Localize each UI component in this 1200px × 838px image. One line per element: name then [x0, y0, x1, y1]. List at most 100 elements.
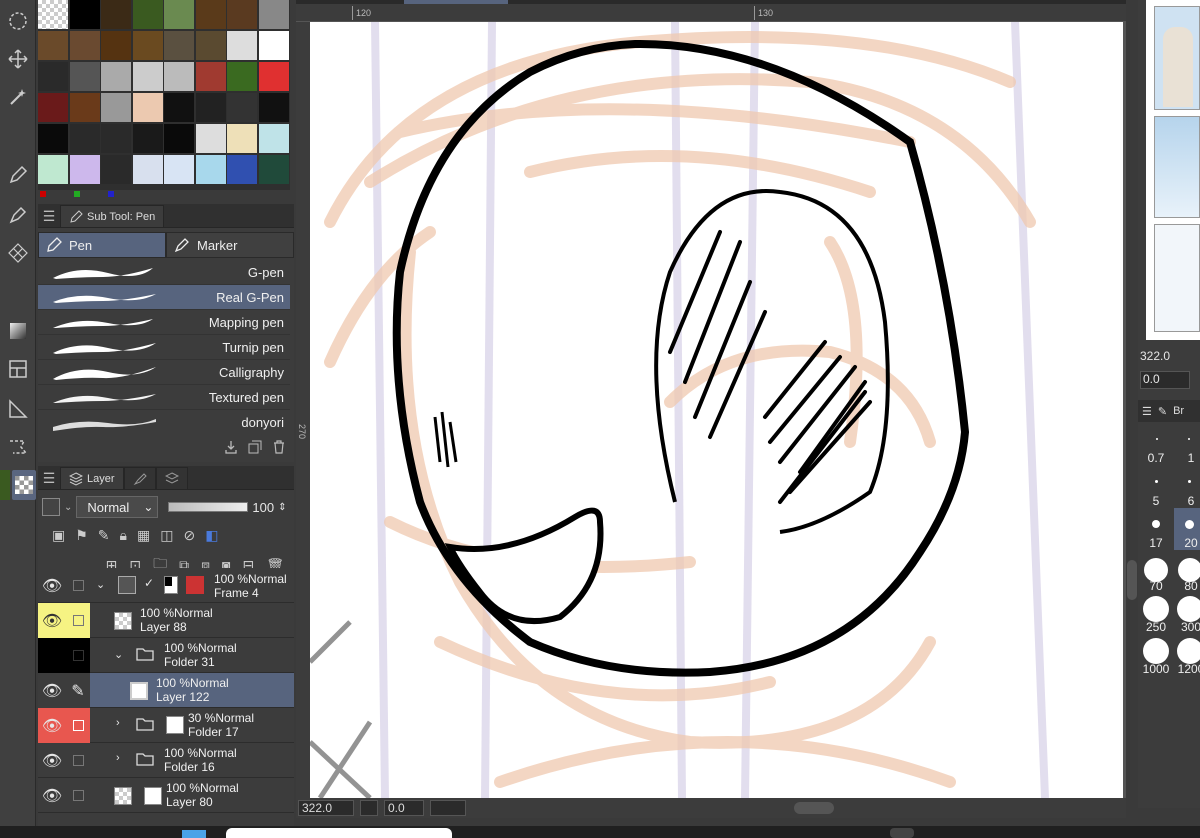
panel-menu-icon[interactable]: ☰	[38, 205, 60, 227]
opacity-value[interactable]: 100	[252, 500, 274, 515]
palette-swatch[interactable]	[195, 93, 226, 122]
app-icon[interactable]	[890, 828, 914, 838]
stepper-icon[interactable]: ⇕	[278, 502, 286, 513]
eye-icon[interactable]: 👁︎	[38, 673, 66, 708]
palette-swatch[interactable]	[38, 0, 68, 29]
eye-icon[interactable]: 👁︎	[38, 743, 66, 778]
lock-icon[interactable]: 🔒︎	[120, 527, 127, 544]
palette-swatch[interactable]	[132, 124, 163, 153]
brush-item-textured-pen[interactable]: Textured pen	[38, 385, 290, 410]
duplicate-icon[interactable]	[248, 440, 262, 454]
palette-swatch[interactable]	[164, 62, 194, 91]
navigator-zoom-value[interactable]: 322.0	[1138, 346, 1200, 366]
panel-menu-icon[interactable]: ☰	[38, 467, 60, 489]
palette-swatch[interactable]	[195, 124, 226, 153]
palette-swatch[interactable]	[195, 31, 226, 60]
balloon-tool-icon[interactable]	[3, 432, 33, 462]
brush-size-label[interactable]: 17	[1141, 536, 1171, 550]
palette-swatch[interactable]	[101, 93, 131, 122]
brush-size-tab-label[interactable]: Br	[1173, 405, 1184, 417]
navigator-preview[interactable]	[1146, 0, 1200, 340]
palette-swatch[interactable]	[132, 0, 163, 29]
zoom-stepper[interactable]	[360, 800, 378, 816]
palette-swatch[interactable]	[258, 62, 289, 91]
angle-field[interactable]: 0.0	[384, 800, 424, 816]
palette-swatch[interactable]	[258, 124, 289, 153]
scroll-thumb[interactable]	[1127, 560, 1137, 600]
vertical-scrollbar[interactable]	[1126, 0, 1138, 808]
zoom-field[interactable]: 322.0	[298, 800, 354, 816]
brush-size-label[interactable]: 0.7	[1141, 451, 1171, 465]
palette-swatch[interactable]	[38, 31, 68, 60]
palette-swatch[interactable]	[69, 31, 100, 60]
palette-swatch[interactable]	[69, 62, 100, 91]
clip-icon[interactable]: ▣	[52, 527, 65, 544]
brush-size-label[interactable]: 1000	[1141, 662, 1171, 676]
palette-swatch[interactable]	[227, 62, 257, 91]
palette-swatch[interactable]	[132, 31, 163, 60]
palette-swatch[interactable]	[195, 62, 226, 91]
brush-size-label[interactable]: 20	[1176, 536, 1200, 550]
gradient-tool-icon[interactable]	[3, 316, 33, 346]
palette-swatch[interactable]	[38, 124, 68, 153]
opacity-slider[interactable]	[168, 502, 249, 512]
trash-icon[interactable]	[272, 440, 286, 454]
brush-item-g-pen[interactable]: G-pen	[38, 260, 290, 285]
transparent-color-icon[interactable]	[12, 470, 36, 500]
pen-tool-icon[interactable]	[3, 160, 33, 190]
palette-swatch[interactable]	[258, 155, 289, 184]
palette-swatch[interactable]	[132, 155, 163, 184]
brush-size-label[interactable]: 250	[1141, 620, 1171, 634]
palette-swatch[interactable]	[195, 0, 226, 29]
chevron-right-icon[interactable]: ›	[116, 752, 120, 764]
palette-swatch[interactable]	[69, 124, 100, 153]
palette-swatch[interactable]	[258, 0, 289, 29]
layer-color-box[interactable]	[42, 498, 60, 516]
layer-row-layer-80[interactable]: 👁︎ 100 %Normal Layer 80	[38, 778, 294, 813]
layer-row-layer-122[interactable]: 👁︎ ✎ 100 %Normal Layer 122	[38, 673, 294, 708]
palette-swatch[interactable]	[195, 155, 226, 184]
brush-item-real-g-pen[interactable]: Real G-Pen	[38, 285, 290, 310]
chevron-down-icon[interactable]: ⌄	[64, 502, 72, 513]
palette-swatch[interactable]	[164, 124, 194, 153]
layer-row-layer-88[interactable]: 👁︎ 100 %Normal Layer 88	[38, 603, 294, 638]
brush-size-label[interactable]: 70	[1141, 579, 1171, 593]
draft-icon[interactable]: ✎	[98, 527, 110, 544]
layer-row-folder-16[interactable]: 👁︎ › 100 %Normal Folder 16	[38, 743, 294, 778]
palette-swatch[interactable]	[227, 155, 257, 184]
palette-swatch[interactable]	[258, 93, 289, 122]
blend-mode-select[interactable]: Normal ⌄	[76, 496, 159, 518]
brush-item-turnip-pen[interactable]: Turnip pen	[38, 335, 290, 360]
palette-swatch[interactable]	[164, 31, 194, 60]
ruler-icon[interactable]: ⊘	[183, 527, 195, 544]
palette-swatch[interactable]	[101, 124, 131, 153]
palette-swatch[interactable]	[38, 155, 68, 184]
panel-menu-icon[interactable]: ☰	[1142, 405, 1152, 418]
palette-swatch[interactable]	[38, 62, 68, 91]
palette-swatch[interactable]	[101, 155, 131, 184]
check-icon[interactable]: ✓	[144, 576, 154, 590]
lock-toggle[interactable]	[66, 708, 90, 743]
layer-row-folder-31[interactable]: ⌄ 100 %Normal Folder 31	[38, 638, 294, 673]
lock-toggle[interactable]	[66, 603, 90, 638]
brush-size-label[interactable]: 1200	[1176, 662, 1200, 676]
palette-swatch[interactable]	[227, 31, 257, 60]
palette-swatch[interactable]	[101, 0, 131, 29]
brush-item-calligraphy[interactable]: Calligraphy	[38, 360, 290, 385]
layer-search-tab[interactable]	[155, 467, 188, 489]
chevron-right-icon[interactable]: ›	[116, 717, 120, 729]
palette-swatch[interactable]	[69, 155, 100, 184]
ruler-tool-icon[interactable]	[3, 394, 33, 424]
brush-tool-icon[interactable]	[3, 200, 33, 230]
layer-color-icon[interactable]: ◧	[205, 527, 218, 544]
palette-swatch[interactable]	[227, 0, 257, 29]
brush-size-label[interactable]: 6	[1176, 494, 1200, 508]
start-icon[interactable]	[182, 830, 206, 838]
drawing-canvas[interactable]	[310, 22, 1123, 798]
subtool-tab[interactable]: Sub Tool: Pen	[60, 205, 165, 227]
palette-swatch[interactable]	[164, 93, 194, 122]
pattern-tool-icon[interactable]	[3, 238, 33, 268]
lock-toggle[interactable]	[66, 638, 90, 673]
eye-icon[interactable]: 👁︎	[38, 778, 66, 813]
eye-icon[interactable]: 👁︎	[38, 568, 66, 603]
